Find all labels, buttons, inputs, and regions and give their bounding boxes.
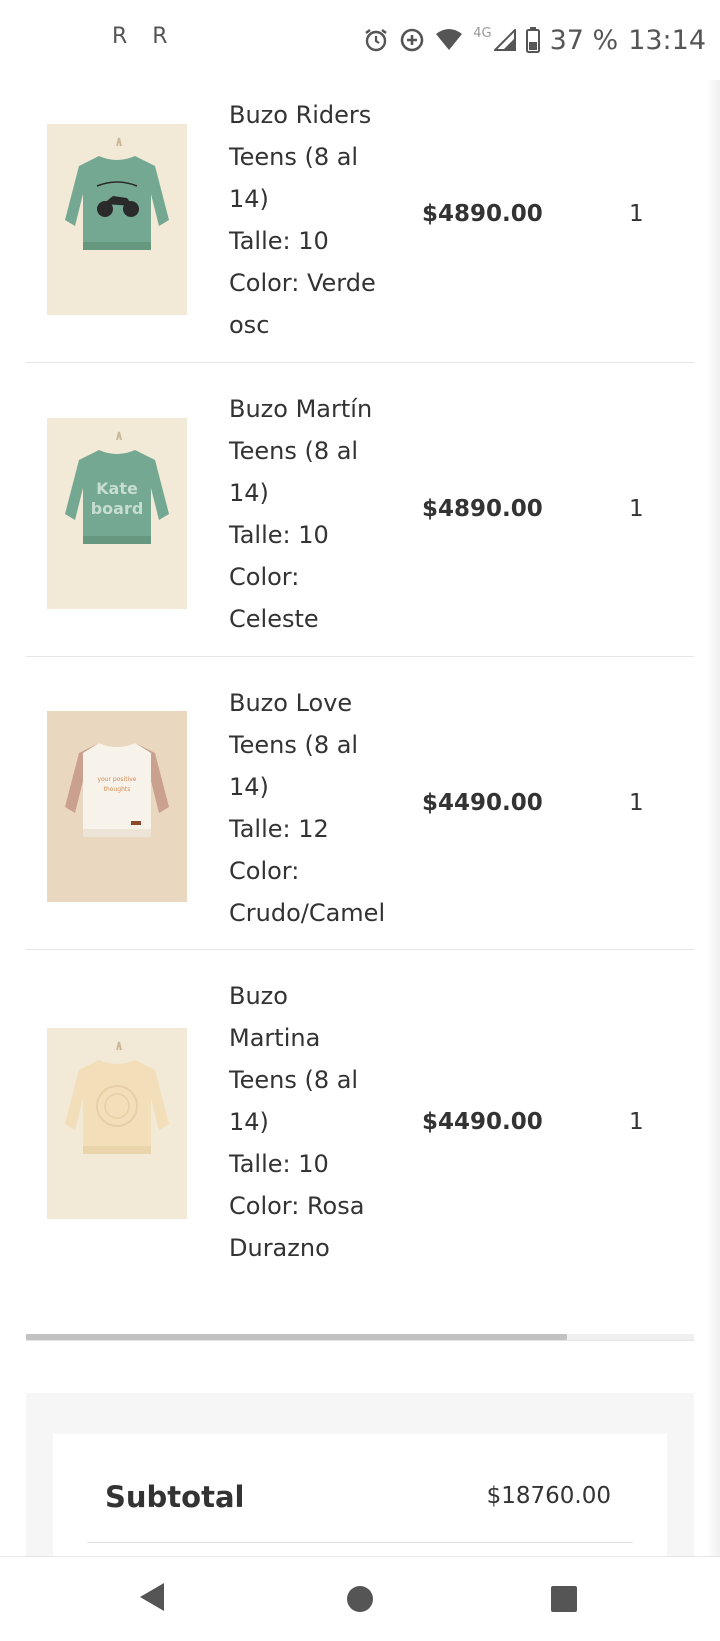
cart-item: your positive thoughts Buzo Love Teens (… — [26, 657, 694, 950]
scroll-shadow — [706, 80, 720, 1556]
product-price: $4490.00 — [422, 790, 543, 816]
product-color: Color: Verde — [229, 269, 376, 297]
product-name-line[interactable]: 14) — [229, 472, 404, 514]
product-name-line[interactable]: Teens (8 al — [229, 724, 404, 766]
product-color: Celeste — [229, 605, 319, 633]
product-color: Durazno — [229, 1234, 330, 1262]
product-image[interactable]: your positive thoughts — [47, 711, 187, 902]
cart-item: Buzo Riders Teens (8 al 14) Talle: 10 Co… — [26, 80, 694, 363]
product-quantity[interactable]: 1 — [629, 201, 644, 227]
product-image[interactable] — [47, 124, 187, 315]
product-price: $4490.00 — [422, 1109, 543, 1135]
svg-text:thoughts: thoughts — [104, 786, 131, 793]
product-details: Buzo Martina Teens (8 al 14) Talle: 10 C… — [229, 975, 404, 1269]
product-name-line[interactable]: Buzo Love — [229, 682, 404, 724]
summary-card: Subtotal $18760.00 — [53, 1434, 667, 1556]
signal-icon — [493, 29, 516, 51]
notification-r-icon: R — [112, 24, 128, 49]
network-type: 4G — [473, 25, 492, 41]
subtotal-label: Subtotal — [105, 1480, 245, 1514]
svg-text:your positive: your positive — [98, 776, 137, 783]
product-name-line[interactable]: 14) — [229, 766, 404, 808]
product-name-line[interactable]: 14) — [229, 178, 404, 220]
status-icons: 4G 37 % 13:14 — [363, 22, 706, 58]
product-color: Color: Rosa — [229, 1192, 365, 1220]
order-summary: Subtotal $18760.00 — [26, 1393, 694, 1556]
cart-item: Kate board Buzo Martín Teens (8 al 14) T… — [26, 363, 694, 657]
product-color: Color: — [229, 563, 300, 591]
product-quantity[interactable]: 1 — [629, 790, 644, 816]
recents-icon[interactable] — [550, 1585, 578, 1617]
subtotal-value: $18760.00 — [486, 1483, 611, 1509]
battery-percent: 37 % — [549, 24, 619, 56]
product-color: Color: — [229, 857, 300, 885]
table-bottom-divider — [26, 1340, 694, 1341]
back-icon[interactable] — [138, 1581, 166, 1617]
svg-text:Kate: Kate — [96, 479, 138, 498]
home-icon[interactable] — [346, 1585, 374, 1617]
notification-r-icon: R — [152, 24, 168, 49]
data-saver-icon — [399, 27, 425, 53]
clock: 13:14 — [628, 24, 706, 56]
product-size: Talle: 10 — [229, 521, 329, 549]
product-details: Buzo Martín Teens (8 al 14) Talle: 10 Co… — [229, 388, 404, 640]
product-size: Talle: 12 — [229, 815, 329, 843]
cart-page[interactable]: Buzo Riders Teens (8 al 14) Talle: 10 Co… — [0, 80, 720, 1556]
product-name-line[interactable]: Buzo Riders — [229, 94, 404, 136]
status-bar: R R 4G 37 % 13:14 — [0, 0, 720, 80]
product-details: Buzo Riders Teens (8 al 14) Talle: 10 Co… — [229, 94, 404, 346]
product-quantity[interactable]: 1 — [629, 1109, 644, 1135]
product-image[interactable] — [47, 1028, 187, 1219]
product-name-line[interactable]: Buzo Martín — [229, 388, 404, 430]
product-name-line[interactable]: Teens (8 al — [229, 136, 404, 178]
product-price: $4890.00 — [422, 496, 543, 522]
product-name-line[interactable]: Buzo — [229, 975, 404, 1017]
svg-text:board: board — [91, 499, 144, 518]
cart-item: Buzo Martina Teens (8 al 14) Talle: 10 C… — [26, 950, 694, 1283]
system-nav-bar — [0, 1556, 720, 1641]
product-name-line[interactable]: Teens (8 al — [229, 430, 404, 472]
cart-items-table[interactable]: Buzo Riders Teens (8 al 14) Talle: 10 Co… — [26, 80, 694, 1283]
product-size: Talle: 10 — [229, 227, 329, 255]
product-name-line[interactable]: 14) — [229, 1101, 404, 1143]
product-price: $4890.00 — [422, 201, 543, 227]
product-image[interactable]: Kate board — [47, 418, 187, 609]
product-quantity[interactable]: 1 — [629, 496, 644, 522]
notification-icons: R R — [112, 24, 186, 49]
battery-icon — [525, 27, 540, 53]
alarm-icon — [363, 27, 389, 53]
product-size: Talle: 10 — [229, 1150, 329, 1178]
product-details: Buzo Love Teens (8 al 14) Talle: 12 Colo… — [229, 682, 404, 934]
product-color: osc — [229, 311, 270, 339]
product-color: Crudo/Camel — [229, 899, 386, 927]
wifi-icon — [435, 28, 463, 52]
product-name-line[interactable]: Martina — [229, 1017, 404, 1059]
product-name-line[interactable]: Teens (8 al — [229, 1059, 404, 1101]
summary-divider — [87, 1542, 633, 1543]
